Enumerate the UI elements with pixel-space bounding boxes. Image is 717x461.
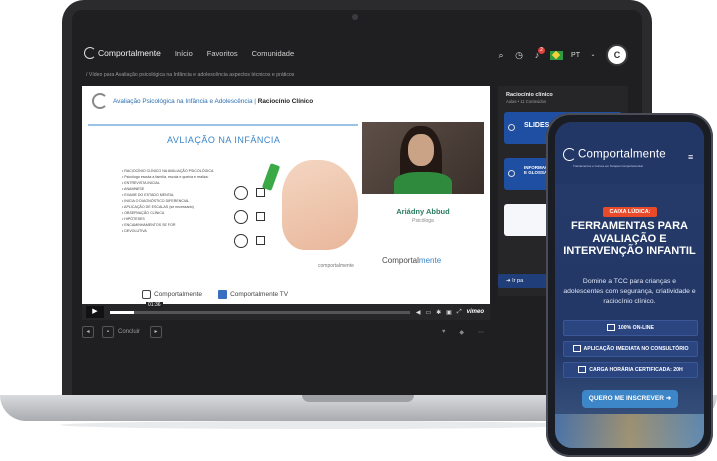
slide-logo-icon bbox=[92, 93, 108, 109]
sidebar-subtitle: Aulas • 11 Conteúdos bbox=[506, 99, 547, 104]
sidebar-title: Raciocínio clínico bbox=[506, 92, 553, 98]
vimeo-logo[interactable]: vimeo bbox=[467, 309, 484, 315]
nav-item-inicio[interactable]: Início bbox=[175, 49, 193, 58]
timestamp: 01:36 bbox=[146, 301, 163, 308]
top-navigation: Comportalmente Início Favoritos Comunida… bbox=[72, 38, 642, 68]
smile-face-icon bbox=[234, 186, 248, 200]
checkbox-icon bbox=[256, 188, 265, 197]
enroll-button[interactable]: QUERO ME INSCREVER ➜ bbox=[582, 390, 678, 408]
slide-header: Avaliação Psicológica na Infância e Adol… bbox=[82, 86, 490, 116]
brand-logo: Comportalmente bbox=[382, 256, 442, 265]
next-button[interactable]: ▸ bbox=[150, 326, 163, 338]
volume-icon[interactable]: ◀ bbox=[416, 309, 421, 316]
marker-illustration bbox=[261, 163, 281, 191]
category-pill: CAIXA LÚDICA: bbox=[603, 207, 657, 217]
complete-checkbox[interactable]: ▪ bbox=[102, 326, 114, 338]
previous-button[interactable]: ◂ bbox=[82, 326, 94, 338]
phone-background-image bbox=[555, 414, 704, 448]
search-icon[interactable]: ⌕ bbox=[496, 50, 506, 60]
breadcrumb[interactable]: / Vídeo para Avaliação psicológica na In… bbox=[86, 72, 294, 78]
arrow-right-icon: ➜ bbox=[663, 395, 672, 402]
checkbox-icon bbox=[256, 212, 265, 221]
app-logo[interactable]: Comportalmente bbox=[98, 48, 161, 58]
play-button[interactable]: ▶ bbox=[86, 306, 104, 318]
instagram-link[interactable]: Comportalmente bbox=[142, 290, 202, 299]
phone-description: Domine a TCC para crianças e adolescente… bbox=[563, 278, 696, 305]
settings-icon[interactable]: ✱ bbox=[436, 309, 441, 316]
rocket-icon bbox=[572, 345, 581, 353]
feature-certificate: CARGA HORÁRIA CERTIFICADA: 20H bbox=[563, 362, 698, 378]
progress-fill bbox=[110, 310, 134, 314]
like-icon[interactable]: ♥ bbox=[442, 329, 446, 335]
brazil-flag-icon[interactable] bbox=[550, 50, 564, 60]
feature-immediate: APLICAÇÃO IMEDIATA NO CONSULTÓRIO bbox=[563, 341, 698, 357]
history-icon[interactable]: ◷ bbox=[514, 50, 524, 60]
social-links: Comportalmente Comportalmente TV bbox=[142, 290, 288, 299]
presenter-role: Psicóloga bbox=[412, 218, 434, 224]
complete-label[interactable]: Concluir bbox=[118, 329, 140, 335]
camera-dot bbox=[352, 14, 358, 20]
hand-illustration bbox=[282, 160, 358, 250]
player-controls: ▶ 01:36 ◀ ▭ ✱ ▣ ⤢ vimeo bbox=[82, 301, 490, 320]
slide-heading: AVLIAÇÃO NA INFÂNCIA bbox=[167, 135, 281, 145]
notification-badge: 2 bbox=[538, 47, 546, 54]
phone-logo[interactable]: Comportalmente bbox=[563, 148, 666, 161]
slide-illustration bbox=[230, 158, 358, 262]
youtube-icon bbox=[218, 290, 228, 299]
logo-icon bbox=[563, 148, 576, 161]
instagram-icon bbox=[142, 290, 151, 299]
laptop-notch bbox=[302, 395, 414, 402]
pip-icon[interactable]: ▣ bbox=[446, 309, 452, 316]
chevron-down-icon[interactable]: ⌄ bbox=[588, 50, 598, 60]
checkbox-icon bbox=[256, 236, 265, 245]
presenter-face bbox=[408, 134, 434, 166]
nav-actions: ⌕ ◷ ♪ 2 PT ⌄ C bbox=[496, 44, 628, 66]
sad-face-icon bbox=[234, 234, 248, 248]
phone-header: Comportalmente Treinamentos e Cursos em … bbox=[555, 122, 704, 184]
nav-item-comunidade[interactable]: Comunidade bbox=[252, 49, 295, 58]
logo-icon bbox=[84, 47, 96, 59]
nav-item-favoritos[interactable]: Favoritos bbox=[207, 49, 238, 58]
progress-bar[interactable]: 01:36 bbox=[110, 301, 410, 314]
slide-title: Avaliação Psicológica na Infância e Adol… bbox=[113, 97, 314, 105]
slide-bullet-list: • RACIOCÍNIO CLÍNICO NA AVALIAÇÃO PSICOL… bbox=[122, 168, 213, 234]
radio-icon bbox=[508, 170, 515, 177]
bell-icon[interactable]: ♪ 2 bbox=[532, 47, 546, 60]
language-selector[interactable]: PT bbox=[571, 52, 580, 59]
certificate-icon bbox=[578, 366, 587, 374]
presenter-shirt bbox=[394, 172, 452, 194]
more-icon[interactable]: ⋯ bbox=[478, 329, 484, 336]
slide-divider bbox=[88, 124, 358, 126]
laptop-shadow bbox=[60, 421, 580, 429]
monitor-icon bbox=[606, 324, 615, 332]
phone-tagline: Treinamentos e Cursos em Terapia Comport… bbox=[573, 164, 643, 168]
youtube-link[interactable]: Comportalmente TV bbox=[218, 290, 288, 299]
neutral-face-icon bbox=[234, 210, 248, 224]
captions-icon[interactable]: ▭ bbox=[425, 309, 431, 316]
slide-bullet: • DEVOLUTIVA bbox=[122, 229, 147, 233]
phone-screen: Comportalmente Treinamentos e Cursos em … bbox=[555, 122, 704, 448]
feature-online: 100% ON-LINE bbox=[563, 320, 698, 336]
video-player[interactable]: Avaliação Psicológica na Infância e Adol… bbox=[82, 86, 490, 320]
hamburger-menu-icon[interactable]: ≡ bbox=[688, 152, 693, 162]
comment-icon[interactable]: ◆ bbox=[459, 329, 464, 336]
lesson-actions: ◂ ▪ Concluir ▸ ♥ ◆ ⋯ bbox=[82, 322, 490, 342]
radio-icon bbox=[508, 124, 515, 131]
phone-headline: FERRAMENTAS PARA AVALIAÇÃO E INTERVENÇÃO… bbox=[563, 220, 696, 257]
avatar[interactable]: C bbox=[606, 44, 628, 66]
fullscreen-icon[interactable]: ⤢ bbox=[457, 309, 462, 316]
slide-watermark: comportalmente bbox=[318, 263, 354, 269]
presenter-video bbox=[362, 122, 484, 194]
card-label: SLIDES bbox=[524, 122, 550, 129]
presenter-name: Ariádny Abbud bbox=[396, 207, 450, 216]
